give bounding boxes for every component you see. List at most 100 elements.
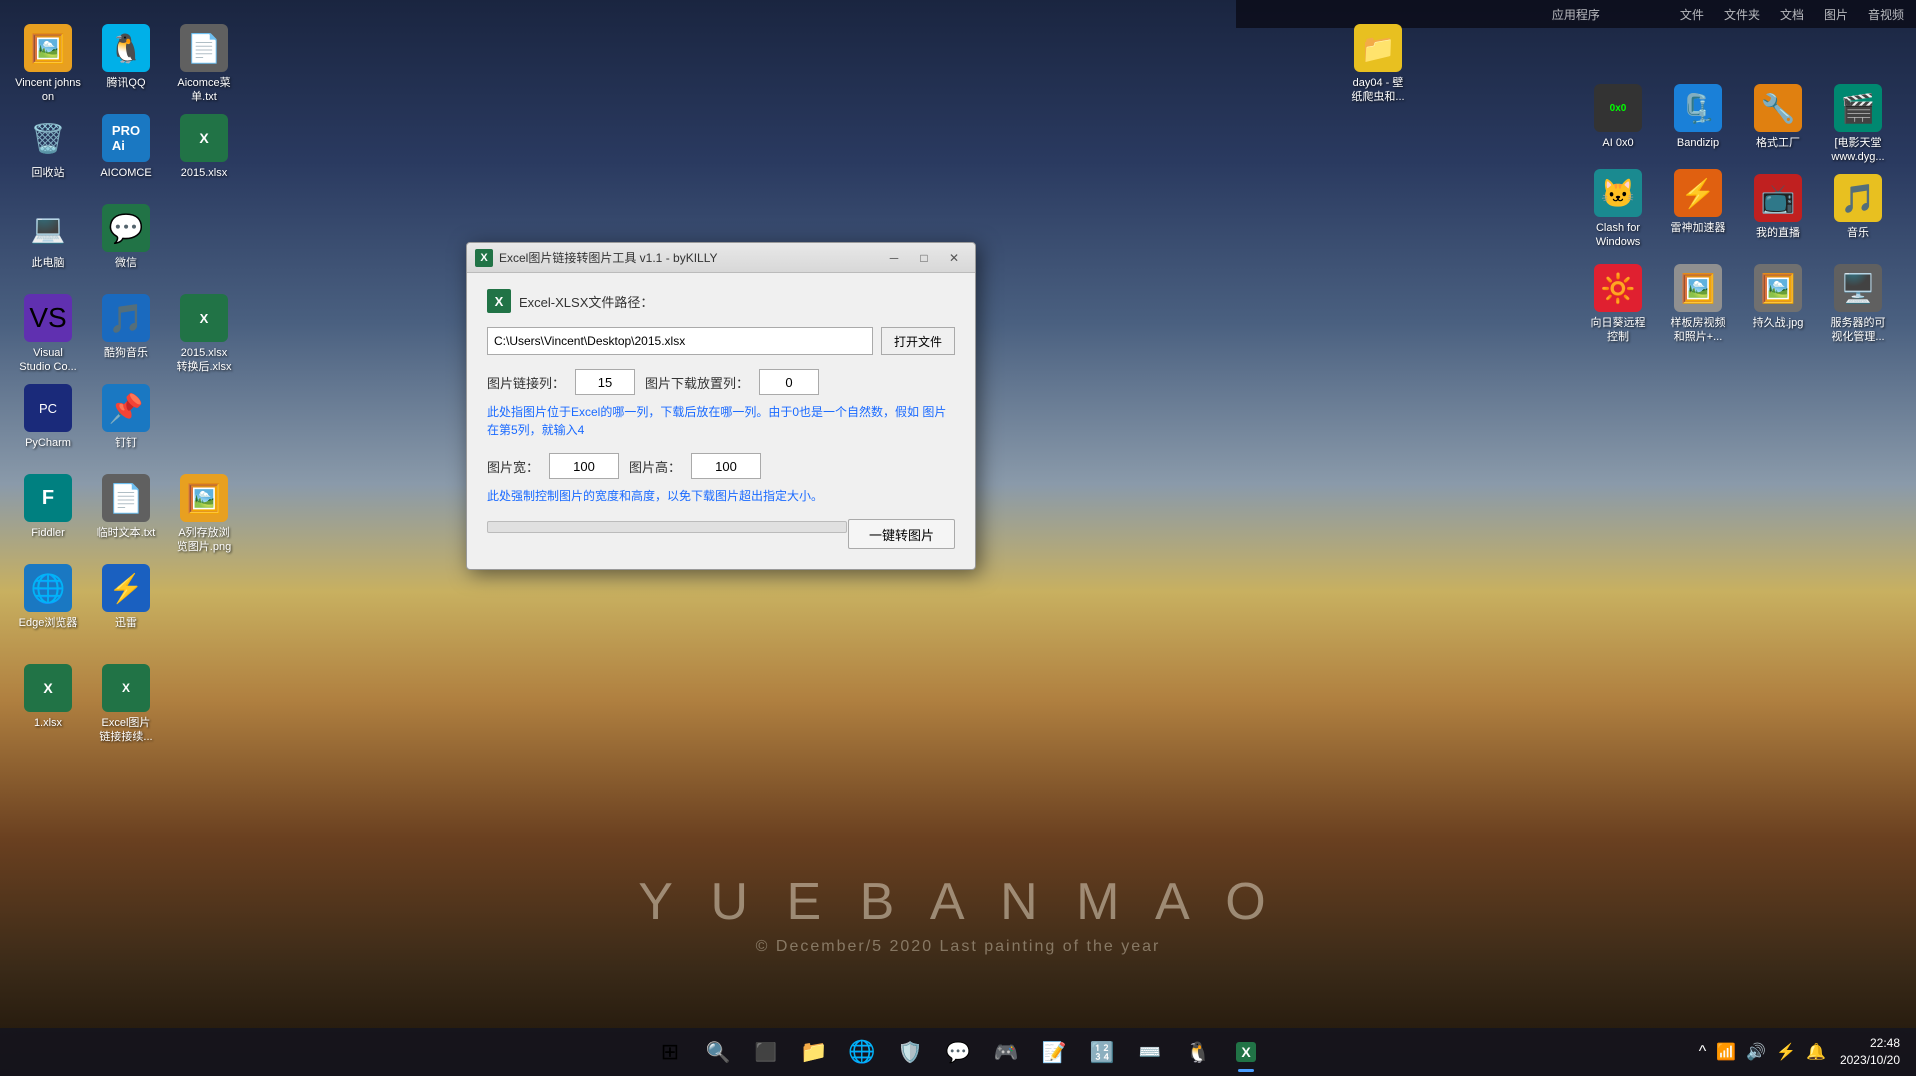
taskbar-edge-btn[interactable]: 🌐 <box>840 1030 884 1074</box>
desktop-icon-excel2015[interactable]: X 2015.xlsx <box>166 110 242 184</box>
width-input[interactable] <box>549 453 619 479</box>
tray-battery[interactable]: ⚡ <box>1774 1040 1798 1064</box>
taskbar-input-btn[interactable]: ⌨️ <box>1128 1030 1172 1074</box>
desktop-icon-excel1[interactable]: X 1.xlsx <box>10 660 86 734</box>
desktop-icon-xunlei[interactable]: ⚡ 迅雷 <box>88 560 164 634</box>
ai0x0-label: AI 0x0 <box>1602 136 1633 150</box>
tray-notify[interactable]: 🔔 <box>1804 1040 1828 1064</box>
desktop-icon-sunflower[interactable]: 🔆 向日葵远程控制 <box>1580 260 1656 349</box>
file-path-input[interactable] <box>487 327 873 355</box>
link-col-label: 图片链接列： <box>487 373 565 392</box>
music-label: 音乐 <box>1847 226 1869 240</box>
link-col-row: 图片链接列： 图片下载放置列： <box>487 369 955 395</box>
desktop-icon-clash[interactable]: 🐱 Clash forWindows <box>1580 165 1656 254</box>
format-factory-label: 格式工厂 <box>1756 136 1800 150</box>
download-col-input[interactable] <box>759 369 819 395</box>
taskbar-calc-btn[interactable]: 🔢 <box>1080 1030 1124 1074</box>
top-menu-doc[interactable]: 文档 <box>1780 6 1804 23</box>
live-icon: 📺 <box>1754 174 1802 222</box>
desktop-icon-vs[interactable]: VS VisualStudio Co... <box>10 290 86 379</box>
desktop-icon-battle[interactable]: 🖼️ 持久战.jpg <box>1740 260 1816 334</box>
desktop-icon-kuwo[interactable]: 🎵 酷狗音乐 <box>88 290 164 364</box>
vincent-label: Vincent johnson <box>14 76 82 105</box>
edge-label: Edge浏览器 <box>19 616 78 630</box>
excel1-label: 1.xlsx <box>34 716 62 730</box>
desktop-icon-ai0x0[interactable]: 0x0 AI 0x0 <box>1580 80 1656 154</box>
dialog-minimize-btn[interactable]: ─ <box>881 247 907 269</box>
dialog-window: X Excel图片链接转图片工具 v1.1 - byKILLY ─ □ ✕ X … <box>466 242 976 570</box>
desktop-icon-bandizip[interactable]: 🗜️ Bandizip <box>1660 80 1736 154</box>
desktop-icon-dingtalk[interactable]: 📌 钉钉 <box>88 380 164 454</box>
height-input[interactable] <box>691 453 761 479</box>
top-menu-img[interactable]: 图片 <box>1824 6 1848 23</box>
recycle-label: 回收站 <box>32 166 65 180</box>
taskbar-360-btn[interactable]: 🛡️ <box>888 1030 932 1074</box>
desktop-icon-thispc[interactable]: 💻 此电脑 <box>10 200 86 274</box>
aicomce-menu-icon: 📄 <box>180 24 228 72</box>
desktop-icon-day04[interactable]: 📁 day04 - 壁纸爬虫和... <box>1340 20 1416 109</box>
info-text-2: 此处强制控制图片的宽度和高度，以免下载图片超出指定大小。 <box>487 487 955 505</box>
desktop-icon-sample-video[interactable]: 🖼️ 样板房视频和照片+... <box>1660 260 1736 349</box>
top-menu-video[interactable]: 音视频 <box>1868 6 1904 23</box>
desktop-icon-qq[interactable]: 🐧 腾讯QQ <box>88 20 164 94</box>
desktop-icon-temp-txt[interactable]: 📄 临时文本.txt <box>88 470 164 544</box>
desktop-icon-thunder[interactable]: ⚡ 雷神加速器 <box>1660 165 1736 239</box>
aicomce-menu-label: Aicomce菜单.txt <box>177 76 230 105</box>
desktop-icon-server[interactable]: 🖥️ 服务器的可视化管理... <box>1820 260 1896 349</box>
desktop-icon-aicomce-menu[interactable]: 📄 Aicomce菜单.txt <box>166 20 242 109</box>
desktop-icon-music[interactable]: 🎵 音乐 <box>1820 170 1896 244</box>
tray-volume[interactable]: 🔊 <box>1744 1040 1768 1064</box>
file-path-label: Excel-XLSX文件路径： <box>519 292 653 311</box>
excel1-icon: X <box>24 664 72 712</box>
taskbar-notepad-btn[interactable]: 📝 <box>1032 1030 1076 1074</box>
taskbar-start-btn[interactable]: ⊞ <box>648 1030 692 1074</box>
kuwo-icon: 🎵 <box>102 294 150 342</box>
dingtalk-icon: 📌 <box>102 384 150 432</box>
battle-label: 持久战.jpg <box>1753 316 1804 330</box>
desktop-icon-format-factory[interactable]: 🔧 格式工厂 <box>1740 80 1816 154</box>
qq-icon: 🐧 <box>102 24 150 72</box>
aicomce-icon: PROAi <box>102 114 150 162</box>
taskbar-clock[interactable]: 22:48 2023/10/20 <box>1832 1035 1908 1069</box>
top-menu-file[interactable]: 文件 <box>1680 6 1704 23</box>
top-menu-all[interactable]: 应用程序 <box>1552 6 1600 23</box>
desktop-icon-aicomce[interactable]: PROAi AICOMCE <box>88 110 164 184</box>
taskbar-taskview-btn[interactable]: ⬛ <box>744 1030 788 1074</box>
qq-label: 腾讯QQ <box>106 76 145 90</box>
tray-network[interactable]: 📶 <box>1714 1040 1738 1064</box>
ai0x0-icon: 0x0 <box>1594 84 1642 132</box>
taskbar-game-btn[interactable]: 🎮 <box>984 1030 1028 1074</box>
dialog-maximize-btn[interactable]: □ <box>911 247 937 269</box>
file-open-button[interactable]: 打开文件 <box>881 327 955 355</box>
desktop-icon-movie[interactable]: 🎬 [电影天堂www.dyg... <box>1820 80 1896 169</box>
movie-icon: 🎬 <box>1834 84 1882 132</box>
desktop-icon-a-col[interactable]: 🖼️ A列存放浏览图片.png <box>166 470 242 559</box>
taskbar-wechat-btn[interactable]: 💬 <box>936 1030 980 1074</box>
top-menu-folder[interactable]: 文件夹 <box>1724 6 1760 23</box>
bandizip-icon: 🗜️ <box>1674 84 1722 132</box>
desktop-icon-vincent[interactable]: 🖼️ Vincent johnson <box>10 20 86 109</box>
a-col-label: A列存放浏览图片.png <box>177 526 231 555</box>
desktop-icon-edge[interactable]: 🌐 Edge浏览器 <box>10 560 86 634</box>
thunder-label: 雷神加速器 <box>1671 221 1726 235</box>
format-factory-icon: 🔧 <box>1754 84 1802 132</box>
excel-conv-icon: X <box>180 294 228 342</box>
tray-chevron[interactable]: ^ <box>1697 1041 1709 1063</box>
taskbar-excel-btn[interactable]: X <box>1224 1030 1268 1074</box>
vs-label: VisualStudio Co... <box>19 346 76 375</box>
desktop-icon-fiddler[interactable]: F Fiddler <box>10 470 86 544</box>
taskbar-qq-btn[interactable]: 🐧 <box>1176 1030 1220 1074</box>
desktop-icon-live[interactable]: 📺 我的直播 <box>1740 170 1816 244</box>
link-col-input[interactable] <box>575 369 635 395</box>
clock-date: 2023/10/20 <box>1840 1052 1900 1069</box>
convert-btn[interactable]: 一键转图片 <box>848 519 955 549</box>
taskbar-search-btn[interactable]: 🔍 <box>696 1030 740 1074</box>
desktop-icon-excel-img-tool[interactable]: X Excel图片链接接续... <box>88 660 164 749</box>
desktop-icon-recycle[interactable]: 🗑️ 回收站 <box>10 110 86 184</box>
desktop-icon-pycharm[interactable]: PC PyCharm <box>10 380 86 454</box>
desktop-icon-excel-conv[interactable]: X 2015.xlsx转换后.xlsx <box>166 290 242 379</box>
desktop-icon-wechat[interactable]: 💬 微信 <box>88 200 164 274</box>
taskbar-fileexplorer-btn[interactable]: 📁 <box>792 1030 836 1074</box>
dialog-close-btn[interactable]: ✕ <box>941 247 967 269</box>
excel-img-tool-icon: X <box>102 664 150 712</box>
